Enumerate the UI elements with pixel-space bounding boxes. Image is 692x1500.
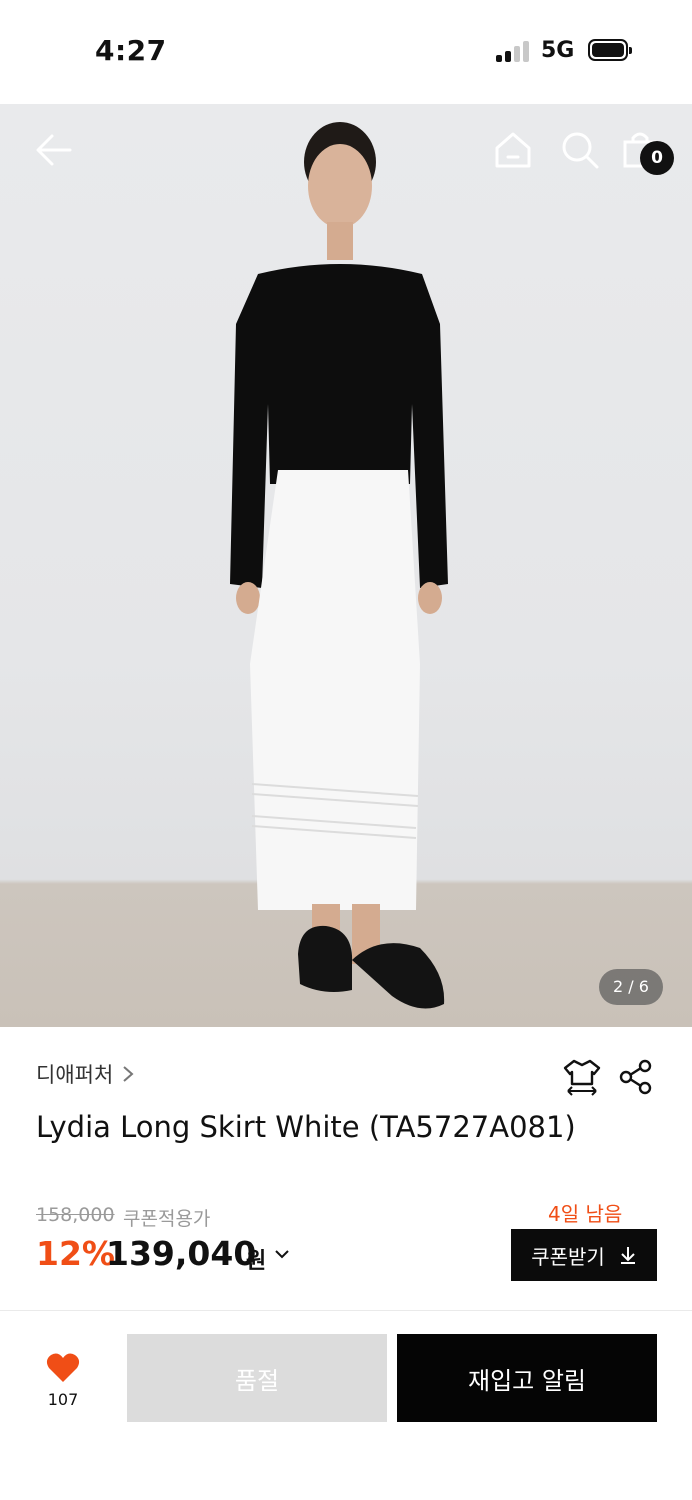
home-icon[interactable] <box>493 130 533 170</box>
size-guide-icon[interactable] <box>562 1058 602 1096</box>
signal-icon <box>496 40 532 62</box>
share-icon[interactable] <box>618 1058 654 1096</box>
coupon-days-left: 4일 남음 <box>548 1202 623 1226</box>
status-time: 4:27 <box>95 34 167 67</box>
coupon-price-label: 쿠폰적용가 <box>123 1208 211 1230</box>
gallery-pager: 2 / 6 <box>599 969 663 1005</box>
currency-unit: 원 <box>246 1249 267 1274</box>
like-count: 107 <box>47 1390 79 1409</box>
network-label: 5G <box>541 38 575 63</box>
restock-alert-button[interactable]: 재입고 알림 <box>397 1334 657 1422</box>
product-image-gallery[interactable]: 0 2 / 6 <box>0 104 692 1027</box>
search-icon[interactable] <box>560 130 600 170</box>
chevron-down-icon[interactable] <box>274 1248 290 1260</box>
heart-icon[interactable] <box>46 1352 80 1384</box>
original-price: 158,000 <box>36 1204 115 1226</box>
chevron-right-icon <box>123 1066 134 1082</box>
back-arrow-icon[interactable] <box>34 132 74 168</box>
discount-rate: 12% <box>36 1234 115 1273</box>
download-icon <box>620 1247 635 1264</box>
product-title: Lydia Long Skirt White (TA5727A081) <box>36 1110 576 1144</box>
get-coupon-label: 쿠폰받기 <box>531 1244 605 1269</box>
soldout-button: 품절 <box>127 1334 387 1422</box>
get-coupon-button[interactable]: 쿠폰받기 <box>511 1229 657 1281</box>
divider <box>0 1310 692 1311</box>
cart-count-badge: 0 <box>640 141 674 175</box>
product-photo <box>230 122 448 1009</box>
brand-link[interactable]: 디애퍼처 <box>36 1058 135 1090</box>
status-bar: 4:27 5G <box>0 0 692 104</box>
brand-name: 디애퍼처 <box>36 1063 114 1087</box>
battery-icon <box>588 39 632 61</box>
sale-price: 139,040 <box>106 1234 257 1273</box>
